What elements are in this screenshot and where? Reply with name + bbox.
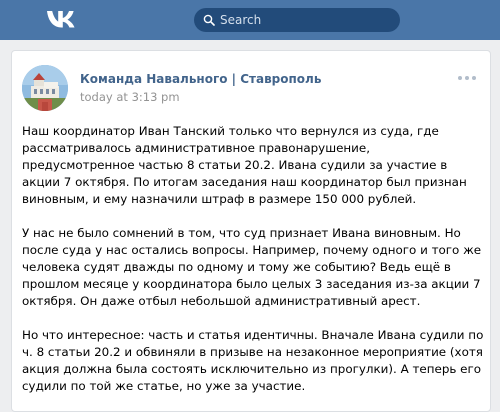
- wall-post: Команда Навального | Ставрополь today at…: [11, 50, 491, 412]
- top-navigation-bar: [0, 0, 500, 40]
- search-icon: [203, 14, 215, 26]
- more-icon[interactable]: [458, 73, 476, 83]
- post-paragraph: Но что интересное: часть и статья иденти…: [22, 328, 484, 393]
- avatar[interactable]: [22, 65, 68, 111]
- post-paragraph: У нас не было сомнений в том, что суд пр…: [22, 226, 482, 308]
- search-box[interactable]: [194, 8, 400, 32]
- search-input[interactable]: [220, 8, 392, 32]
- post-author-name[interactable]: Команда Навального | Ставрополь: [80, 72, 321, 86]
- post-timestamp[interactable]: today at 3:13 pm: [80, 90, 180, 104]
- post-text: Наш координатор Иван Танский только что …: [22, 123, 486, 412]
- vk-logo-icon[interactable]: [46, 8, 78, 30]
- avatar-image: [22, 65, 68, 111]
- post-paragraph: Наш координатор Иван Танский только что …: [22, 124, 467, 206]
